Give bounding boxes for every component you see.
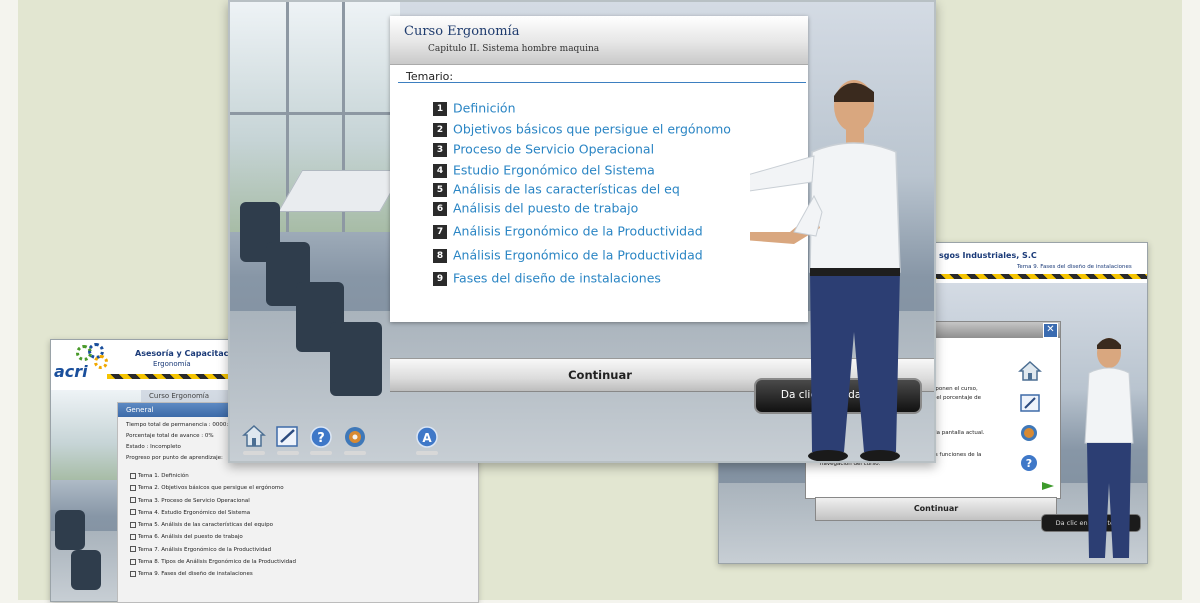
help-label: [310, 451, 332, 455]
globe-icon[interactable]: [344, 426, 366, 448]
checkbox-icon: [130, 509, 136, 516]
home-label: [243, 451, 265, 455]
topic-item-6[interactable]: 6 Análisis del puesto de trabajo: [433, 200, 638, 216]
topic-item-8[interactable]: 8 Análisis Ergonómico de la Productividad: [433, 247, 703, 263]
accessibility-icon[interactable]: A: [416, 426, 438, 448]
course-card: Curso Ergonomía Capitulo II. Sistema hom…: [390, 16, 808, 322]
arrow-right-icon[interactable]: [1042, 482, 1054, 490]
list-item[interactable]: Tema 8. Tipos de Análisis Ergonómico de …: [130, 556, 478, 568]
list-item[interactable]: Tema 1. Definición: [130, 470, 478, 482]
hazard-stripe: [929, 274, 1147, 279]
notes-icon[interactable]: [1020, 394, 1040, 412]
close-icon[interactable]: ✕: [1043, 323, 1058, 338]
list-item[interactable]: Tema 5. Análisis de las características …: [130, 519, 478, 531]
topic-item-2[interactable]: 2 Objetivos básicos que persigue el ergón…: [433, 121, 731, 137]
acri-logo: acri: [54, 343, 108, 381]
topic-item-5[interactable]: 5 Análisis de las características del eq: [433, 181, 680, 197]
logo-text: acri: [54, 362, 88, 381]
current-topic: Tema 9. Fases del diseño de instalacione…: [1017, 264, 1132, 270]
course-name: Ergonomía: [153, 360, 191, 368]
list-item[interactable]: Tema 4. Estudio Ergonómico del Sistema: [130, 507, 478, 519]
globe-label: [344, 451, 366, 455]
home-icon[interactable]: [1018, 360, 1042, 382]
checkbox-icon: [130, 546, 136, 553]
list-item[interactable]: Tema 6. Análisis del puesto de trabajo: [130, 531, 478, 543]
checkbox-icon: [130, 521, 136, 528]
checkbox-icon: [130, 472, 136, 479]
svg-text:?: ?: [1026, 457, 1032, 470]
course-title: Curso Ergonomía: [404, 24, 520, 39]
topic-item-4[interactable]: 4 Estudio Ergonómico del Sistema: [433, 162, 655, 178]
checkbox-icon: [130, 570, 136, 577]
instructor-figure: [750, 80, 901, 461]
instructor-figure: [1084, 338, 1134, 558]
notes-icon[interactable]: [276, 426, 300, 448]
svg-text:?: ?: [317, 431, 325, 446]
card-header: Curso Ergonomía Capitulo II. Sistema hom…: [390, 16, 808, 65]
topic-item-3[interactable]: 3 Proceso de Servicio Operacional: [433, 141, 654, 157]
progress-topic-list: Tema 1. Definición Tema 2. Objetivos bás…: [118, 464, 478, 581]
list-item[interactable]: Tema 2. Objetivos básicos que persigue e…: [130, 482, 478, 494]
divider: [398, 82, 806, 83]
list-item[interactable]: Tema 3. Proceso de Servicio Operacional: [130, 495, 478, 507]
continue-button[interactable]: Continuar: [815, 497, 1057, 521]
checkbox-icon: [130, 533, 136, 540]
help-icon[interactable]: ?: [310, 426, 332, 448]
checkbox-icon: [130, 484, 136, 491]
list-item[interactable]: Tema 7. Análisis Ergonómico de la Produc…: [130, 544, 478, 556]
globe-icon[interactable]: [1020, 424, 1038, 442]
course-window: Curso Ergonomía Capitulo II. Sistema hom…: [228, 0, 936, 463]
checkbox-icon: [130, 497, 136, 504]
chapter-title: Capitulo II. Sistema hombre maquina: [428, 44, 600, 54]
help-icon[interactable]: ?: [1020, 454, 1038, 472]
topic-item-1[interactable]: 1 Definición: [433, 100, 516, 116]
home-icon[interactable]: [242, 424, 266, 448]
svg-text:A: A: [422, 431, 432, 445]
notes-label: [277, 451, 299, 455]
checkbox-icon: [130, 558, 136, 565]
company-name: sgos Industriales, S.C: [939, 251, 1037, 260]
course-tag: Curso Ergonomía: [149, 392, 210, 400]
list-item[interactable]: Tema 9. Fases del diseño de instalacione…: [130, 568, 478, 580]
company-name: Asesoría y Capacitació: [135, 349, 237, 358]
topic-item-9[interactable]: 9 Fases del diseño de instalaciones: [433, 270, 661, 286]
accessibility-label: [416, 451, 438, 455]
topic-item-7[interactable]: 7 Análisis Ergonómico de la Productividad: [433, 223, 703, 239]
